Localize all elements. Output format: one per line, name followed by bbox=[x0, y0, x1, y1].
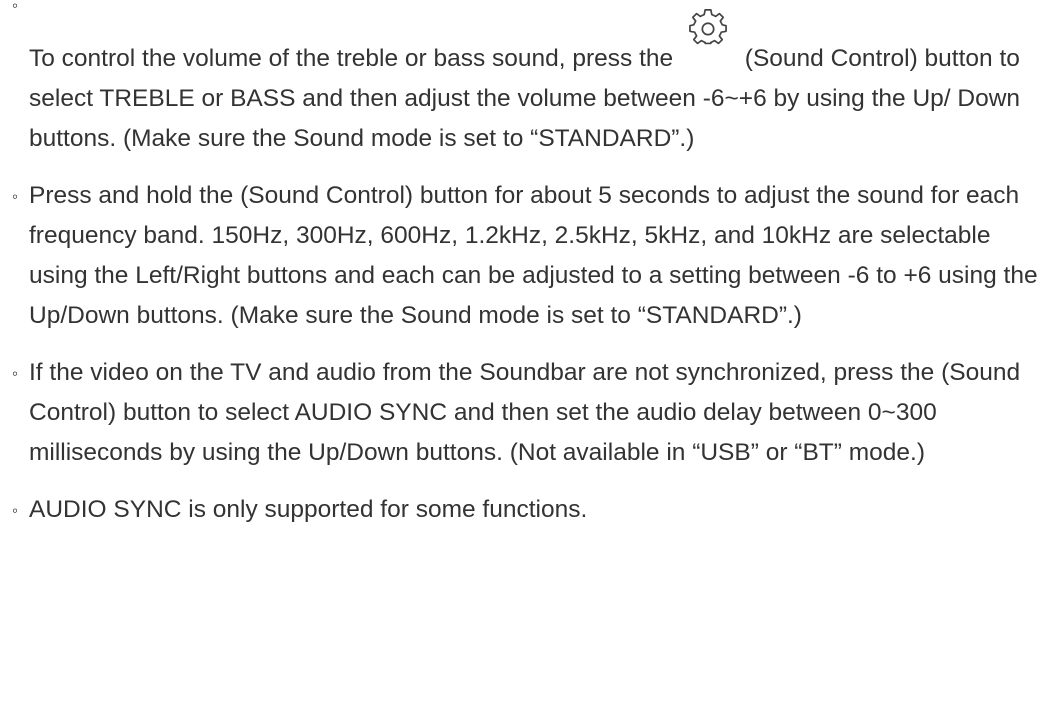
bullet-marker: ◦ bbox=[12, 187, 19, 206]
gear-icon bbox=[689, 9, 727, 45]
list-item-frequency-band: ◦ Press and hold the (Sound Control) but… bbox=[0, 176, 1049, 336]
list-item-audio-sync-note: ◦ AUDIO SYNC is only supported for some … bbox=[0, 490, 1049, 530]
list-item-treble-bass: ◦ To control the volume of the treble or… bbox=[0, 0, 1049, 159]
audio-sync-text: If the video on the TV and audio from th… bbox=[29, 359, 1021, 466]
instruction-list: ◦ To control the volume of the treble or… bbox=[0, 0, 1049, 530]
treble-bass-text-start: To control the volume of the treble or b… bbox=[29, 45, 674, 72]
sound-control-gear-icon bbox=[680, 9, 738, 66]
bullet-marker: ◦ bbox=[12, 364, 19, 383]
audio-sync-note-text: AUDIO SYNC is only supported for some fu… bbox=[29, 496, 588, 523]
list-item-audio-sync: ◦ If the video on the TV and audio from … bbox=[0, 353, 1049, 473]
frequency-band-text: Press and hold the (Sound Control) butto… bbox=[29, 182, 1038, 329]
bullet-marker: ◦ bbox=[12, 501, 19, 520]
bullet-marker: ◦ bbox=[12, 0, 19, 15]
